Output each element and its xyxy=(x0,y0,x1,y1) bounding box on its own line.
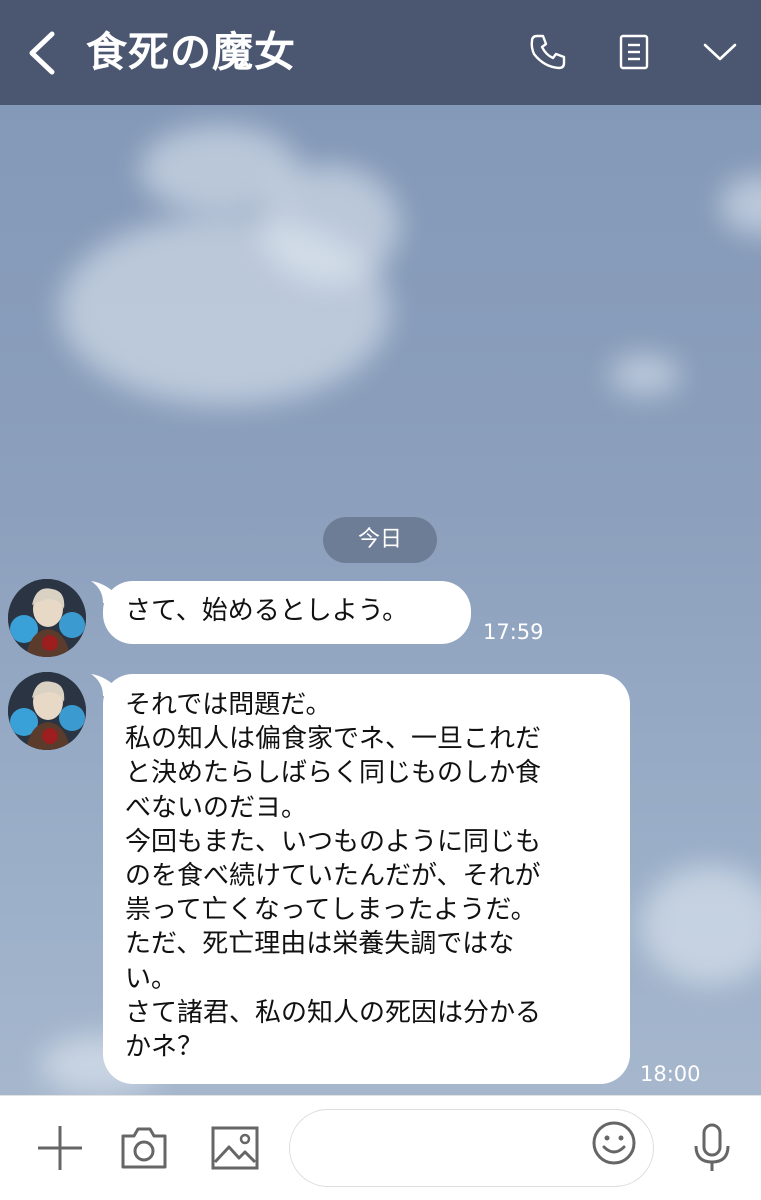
message-bubble[interactable]: それでは問題だ。 私の知人は偏食家でネ、一旦これだ と決めたらしばらく同じものし… xyxy=(91,674,630,1084)
message-line: かネ？ xyxy=(125,1032,204,1063)
bubble-tail xyxy=(91,674,117,696)
message-line: い。 xyxy=(125,963,178,994)
notes-icon[interactable] xyxy=(615,32,655,72)
message-line: それでは問題だ。 xyxy=(125,690,332,720)
message-text: さて、始めるとしよう。 xyxy=(125,596,409,626)
chat-header: 食死の魔女 xyxy=(0,0,761,105)
date-separator: 今日 xyxy=(323,517,437,563)
message-line: 私の知人は偏食家でネ、一旦これだ xyxy=(125,724,542,755)
input-bar xyxy=(0,1095,761,1200)
message-bubble[interactable]: さて、始めるとしよう。 xyxy=(91,581,471,644)
message-line: さて諸君、私の知人の死因は分かる xyxy=(125,997,542,1028)
message-time: 18:00 xyxy=(640,1062,701,1086)
phone-icon[interactable] xyxy=(528,32,568,72)
message-line: のを食べ続けていたんだが、それが xyxy=(125,861,541,892)
message-line: 祟って亡くなってしまったようだ。 xyxy=(125,895,537,926)
bubble-tail xyxy=(91,581,117,603)
message-line: 今回もまた、いつものように同じも xyxy=(125,826,542,857)
image-icon[interactable] xyxy=(209,1122,261,1174)
camera-icon[interactable] xyxy=(118,1122,170,1174)
chevron-down-icon[interactable] xyxy=(700,32,740,72)
message-line: べないのだヨ。 xyxy=(125,792,308,823)
message-time: 17:59 xyxy=(483,620,544,644)
chevron-left-icon[interactable] xyxy=(22,30,62,76)
message-line: と決めたらしばらく同じものしか食 xyxy=(125,758,542,789)
avatar[interactable] xyxy=(8,672,86,750)
emoji-icon[interactable] xyxy=(590,1119,638,1167)
microphone-icon[interactable] xyxy=(686,1122,738,1174)
message-line: ただ、死亡理由は栄養失調ではな xyxy=(125,929,515,960)
plus-icon[interactable] xyxy=(34,1122,86,1174)
avatar[interactable] xyxy=(8,579,86,657)
chat-title: 食死の魔女 xyxy=(86,28,296,76)
